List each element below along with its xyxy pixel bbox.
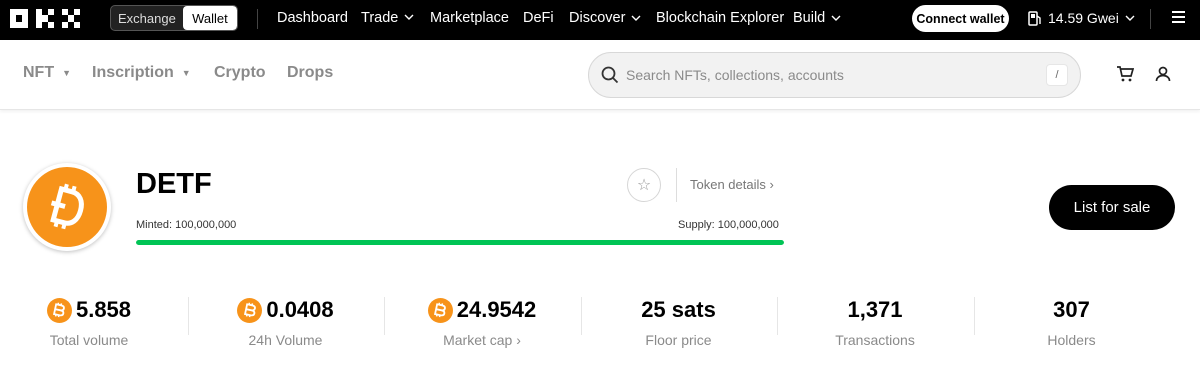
mode-switch: Exchange Wallet: [110, 5, 238, 31]
stat-label-text: Transactions: [835, 332, 915, 348]
stat-value-row: 0.0408: [188, 296, 384, 324]
nav-label: Blockchain Explorer: [656, 10, 785, 26]
stat-value: 5.858: [75, 297, 132, 322]
stat-divider: [384, 297, 385, 335]
token-icon: [23, 163, 111, 251]
stat-floor-price: 25 sats Floor price: [581, 296, 777, 348]
nav-item-defi[interactable]: DeFi: [523, 0, 554, 36]
search-shortcut-key: /: [1046, 64, 1068, 86]
top-navigation-bar: Exchange Wallet Dashboard Trade Marketpl…: [0, 0, 1200, 40]
gas-pump-icon: [1028, 10, 1041, 26]
subnav-label: Crypto: [214, 64, 266, 81]
token-details-label: Token details: [690, 177, 766, 192]
subnav-label: NFT: [23, 64, 55, 81]
nav-label: DeFi: [523, 10, 554, 26]
stat-value-row: 24.9542: [384, 296, 580, 324]
divider: [676, 168, 677, 202]
stat-label-text: Market cap: [443, 332, 513, 348]
nav-label: Discover: [569, 10, 626, 26]
stat-label: Holders: [974, 332, 1170, 348]
stat-24h-volume: 0.0408 24h Volume: [188, 296, 384, 348]
gas-price-value: 14.59 Gwei: [1048, 10, 1119, 26]
chevron-down-icon: [631, 15, 641, 21]
stat-divider: [187, 297, 189, 335]
subnav-item-drops[interactable]: Drops: [287, 64, 333, 82]
stat-label-text: Total volume: [49, 332, 129, 348]
search-input[interactable]: [626, 65, 1026, 85]
subnav-label: Drops: [287, 64, 334, 81]
bitcoin-d-logo-icon: [50, 183, 84, 230]
chevron-down-icon: [404, 14, 414, 20]
stat-value: 25 sats: [641, 297, 716, 322]
nav-label: Marketplace: [430, 10, 509, 26]
okx-logo[interactable]: [8, 8, 84, 30]
favorite-star-icon[interactable]: ☆: [627, 168, 661, 202]
chevron-right-icon: ›: [512, 332, 521, 348]
nav-item-blockchain-explorer[interactable]: Blockchain Explorer: [656, 0, 784, 36]
nav-label: Dashboard: [277, 10, 348, 26]
nav-item-dashboard[interactable]: Dashboard: [277, 0, 348, 36]
nav-label: Build: [793, 10, 826, 26]
stat-label: Floor price: [581, 332, 777, 348]
nav-item-trade[interactable]: Trade: [361, 0, 414, 36]
nav-item-marketplace[interactable]: Marketplace: [430, 0, 509, 36]
stat-value: 307: [1053, 297, 1090, 322]
token-name: DETF: [136, 168, 212, 200]
mint-progress-bar: [136, 240, 784, 245]
exchange-tab[interactable]: Exchange: [111, 6, 183, 30]
stat-value-row: 1,371: [777, 296, 973, 324]
stat-divider: [777, 297, 778, 335]
stat-transactions: 1,371 Transactions: [777, 296, 973, 348]
nav-item-build[interactable]: Build: [793, 0, 841, 36]
subnav-label: Inscription: [92, 64, 174, 81]
caret-down-icon: ▼: [62, 68, 72, 78]
search-bar: /: [588, 52, 1081, 98]
nav-label: Trade: [361, 10, 399, 26]
menu-icon[interactable]: [1172, 11, 1185, 23]
stat-label: Market cap ›: [384, 332, 580, 348]
mint-progress-fill: [136, 240, 784, 245]
stat-label-text: 24h Volume: [248, 332, 323, 348]
gas-price-selector[interactable]: 14.59 Gwei: [1028, 0, 1141, 36]
supply-count: Supply: 100,000,000: [678, 219, 779, 231]
secondary-navigation: NFT ▼ Inscription ▼ Crypto Drops /: [0, 40, 1200, 110]
stat-label: 24h Volume: [188, 332, 384, 348]
stat-divider: [973, 297, 975, 335]
chevron-down-icon: [831, 15, 841, 21]
chevron-right-icon: ›: [769, 177, 774, 192]
divider: [257, 9, 258, 29]
bitcoin-icon: [427, 297, 453, 323]
stat-value-row: 307: [974, 296, 1170, 324]
stat-value: 1,371: [847, 297, 903, 322]
stat-label: Total volume: [0, 332, 187, 348]
minted-count: Minted: 100,000,000: [136, 219, 237, 231]
search-icon: [601, 66, 619, 84]
chevron-down-icon: [1125, 15, 1135, 21]
subnav-item-nft[interactable]: NFT ▼: [23, 64, 71, 82]
stat-label: Transactions: [777, 332, 973, 348]
subnav-item-inscription[interactable]: Inscription ▼: [92, 64, 191, 82]
stat-holders: 307 Holders: [974, 296, 1170, 348]
stat-divider: [580, 297, 582, 335]
user-icon[interactable]: [1155, 66, 1171, 82]
cart-icon[interactable]: [1116, 66, 1134, 82]
stat-value-row: 5.858: [0, 296, 187, 324]
bitcoin-icon: [46, 297, 72, 323]
stat-label-text: Holders: [1047, 332, 1096, 348]
stat-value: 0.0408: [266, 297, 334, 322]
bitcoin-icon: [237, 297, 263, 323]
list-for-sale-button[interactable]: List for sale: [1049, 185, 1175, 230]
stat-value: 24.9542: [456, 297, 537, 322]
connect-wallet-button[interactable]: Connect wallet: [912, 5, 1009, 32]
stat-total-volume: 5.858 Total volume: [0, 296, 187, 348]
subnav-item-crypto[interactable]: Crypto: [214, 64, 266, 82]
stat-value-row: 25 sats: [581, 296, 777, 324]
divider: [1150, 9, 1151, 29]
caret-down-icon: ▼: [181, 68, 191, 78]
nav-item-discover[interactable]: Discover: [569, 0, 641, 36]
token-details-link[interactable]: Token details ›: [690, 177, 774, 192]
stat-market-cap[interactable]: 24.9542 Market cap ›: [384, 296, 580, 348]
wallet-tab[interactable]: Wallet: [182, 6, 237, 30]
stat-label-text: Floor price: [645, 332, 712, 348]
